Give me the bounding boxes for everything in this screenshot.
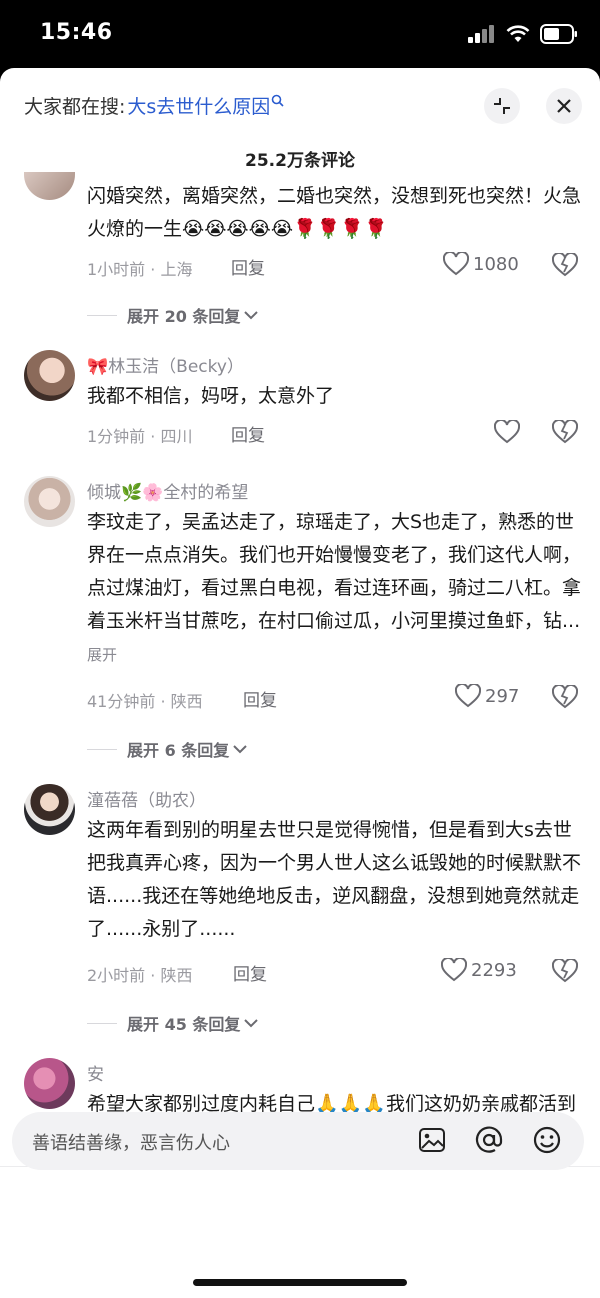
avatar[interactable] [24,350,75,401]
comment-text: 李玟走了，吴孟达走了，琼瑶走了，大S也走了，熟悉的世界在一点点消失。我们也开始慢… [87,506,582,672]
comment-text-body: 李玟走了，吴孟达走了，琼瑶走了，大S也走了，熟悉的世界在一点点消失。我们也开始慢… [87,511,582,632]
reply-button[interactable]: 回复 [233,960,267,985]
avatar[interactable] [24,172,75,200]
battery-icon [540,24,577,44]
expand-text-link[interactable]: 展开 [87,646,117,664]
like-button[interactable]: 1080 [443,252,519,276]
status-bar: 15:46 [0,0,600,70]
avatar[interactable] [24,476,75,527]
dislike-icon[interactable] [552,253,578,277]
chevron-down-icon [244,1019,259,1028]
collapse-button[interactable] [484,88,520,124]
expand-replies-label: 展开 20 条回复 [127,307,241,326]
comment-username[interactable]: 🎀林玉洁（Becky） [87,352,244,377]
comment-meta: 1小时前 · 上海 [87,260,193,279]
comment-username[interactable]: 倾城🌿🌸全村的希望 [87,478,248,503]
status-icons [468,24,578,44]
like-button[interactable] [494,420,520,444]
emoji-icon[interactable] [532,1125,562,1155]
expand-divider [87,748,117,750]
comment-text: 闪婚突然，离婚突然，二婚也突然，没想到死也突然！火急火燎的一生😭😭😭😭😭🌹🌹🌹🌹 [87,180,582,246]
comment-emojis: 😭😭😭😭😭🌹🌹🌹🌹 [182,218,388,240]
comment-input[interactable]: 善语结善缘，恶言伤人心 [12,1112,584,1170]
close-button[interactable] [546,88,582,124]
collapse-icon [494,98,510,114]
comment-username[interactable]: 潼蓓蓓（助农） [87,786,206,811]
mention-icon[interactable] [474,1125,504,1155]
avatar[interactable] [24,1058,75,1109]
avatar[interactable] [24,784,75,835]
heart-icon [441,958,467,982]
comment-sheet: 大家都在搜: 大s去世什么原因 25.2万条评论 闪婚突然，离婚突然，二婚也突然，… [0,68,600,1298]
like-count: 1080 [473,253,519,275]
comment-username[interactable]: 安 [87,1060,104,1085]
wifi-icon [506,25,530,42]
comment-count: 25.2万条评论 [245,151,355,171]
expand-divider [87,1022,117,1024]
like-button[interactable]: 297 [455,684,519,708]
signal-icon [468,25,494,43]
reply-button[interactable]: 回复 [231,421,265,446]
comment-meta: 2小时前 · 陕西 [87,966,193,985]
reply-button[interactable]: 回复 [231,254,265,279]
dislike-icon[interactable] [552,685,578,709]
search-suggestion-query[interactable]: 大s去世什么原因 [127,96,270,118]
heart-icon [443,252,469,276]
dislike-icon[interactable] [552,420,578,444]
comment-input-placeholder: 善语结善缘，恶言伤人心 [32,1133,230,1154]
heart-icon [494,420,520,444]
like-count: 297 [485,685,520,707]
chevron-down-icon [233,745,247,754]
expand-replies-label: 展开 45 条回复 [127,1015,241,1034]
comment-text: 我都不相信，妈呀，太意外了 [87,385,335,407]
search-icon [272,94,284,107]
search-suggestion[interactable]: 大家都在搜: 大s去世什么原因 [24,92,285,119]
chevron-down-icon [244,311,259,320]
expand-replies-button[interactable]: 展开 20 条回复 [87,303,259,327]
expand-replies-button[interactable]: 展开 6 条回复 [87,737,248,761]
expand-replies-label: 展开 6 条回复 [127,741,230,760]
search-suggestion-label: 大家都在搜: [24,96,126,118]
like-count: 2293 [471,959,517,981]
comment-meta: 41分钟前 · 陕西 [87,692,203,711]
image-icon[interactable] [417,1125,447,1155]
like-button[interactable]: 2293 [441,958,517,982]
close-icon [557,99,571,113]
expand-divider [87,314,117,316]
comment-meta: 1分钟前 · 四川 [87,427,193,446]
home-indicator[interactable] [193,1279,407,1286]
expand-replies-button[interactable]: 展开 45 条回复 [87,1011,259,1035]
status-time: 15:46 [40,20,113,45]
comment-text: 这两年看到别的明星去世只是觉得惋惜，但是看到大s去世把我真弄心疼，因为一个男人世… [87,819,582,940]
dislike-icon[interactable] [552,959,578,983]
reply-button[interactable]: 回复 [243,686,277,711]
heart-icon [455,684,481,708]
